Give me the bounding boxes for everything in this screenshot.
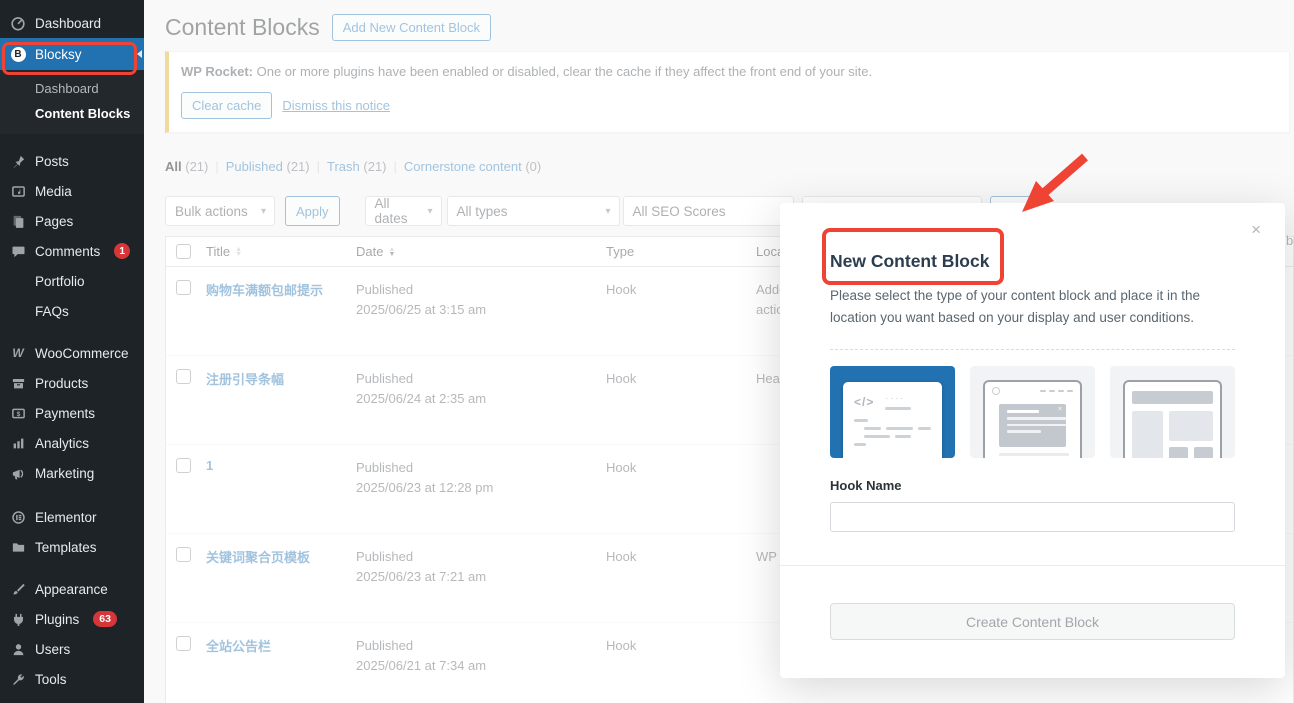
sidebar-label: Portfolio	[35, 274, 85, 289]
modal-description: Please select the type of your content b…	[830, 285, 1235, 328]
sidebar-label: Templates	[35, 540, 97, 555]
sidebar-label: Products	[35, 376, 88, 391]
sidebar-label: Blocksy	[35, 47, 82, 62]
hook-template-option[interactable]: </> ····	[830, 366, 955, 458]
plugins-icon	[10, 611, 26, 627]
no-icon	[10, 303, 26, 319]
code-icon: </>	[854, 395, 874, 409]
sidebar-item-analytics[interactable]: Analytics	[0, 428, 144, 458]
sidebar-item-comments[interactable]: Comments 1	[0, 236, 144, 266]
create-content-block-button[interactable]: Create Content Block	[830, 603, 1235, 640]
sidebar-label: Elementor	[35, 510, 97, 525]
grid-block	[1194, 447, 1213, 458]
sidebar-item-templates[interactable]: Templates	[0, 532, 144, 562]
sidebar-label: Appearance	[35, 582, 108, 597]
sidebar-item-pages[interactable]: Pages	[0, 206, 144, 236]
sidebar-label: Analytics	[35, 436, 89, 451]
sidebar-label: WooCommerce	[35, 346, 129, 361]
hook-template-preview: </> ····	[843, 382, 942, 458]
sidebar-item-posts[interactable]: Posts	[0, 146, 144, 176]
sidebar-item-faqs[interactable]: FAQs	[0, 296, 144, 326]
sidebar-label: Plugins	[35, 612, 79, 627]
sidebar-label: Pages	[35, 214, 73, 229]
admin-sidebar: Dashboard B Blocksy Dashboard Content Bl…	[0, 0, 144, 703]
popup-template-option[interactable]: ×	[970, 366, 1095, 458]
appearance-icon	[10, 581, 26, 597]
sidebar-label: Payments	[35, 406, 95, 421]
sidebar-item-woocommerce[interactable]: W WooCommerce	[0, 338, 144, 368]
templates-icon	[10, 539, 26, 555]
sidebar-block	[1132, 411, 1163, 458]
blocksy-submenu: Dashboard Content Blocks	[0, 70, 144, 134]
hook-name-label: Hook Name	[830, 478, 1235, 493]
dashboard-icon	[10, 15, 26, 31]
hook-name-input[interactable]	[830, 502, 1235, 532]
media-icon	[10, 183, 26, 199]
sidebar-item-payments[interactable]: $ Payments	[0, 398, 144, 428]
header-block	[1132, 391, 1213, 404]
close-icon: ×	[1058, 406, 1062, 413]
sidebar-label: Dashboard	[35, 16, 101, 31]
users-icon	[10, 641, 26, 657]
sidebar-label: Marketing	[35, 466, 94, 481]
payments-icon: $	[10, 405, 26, 421]
modal-footer-divider	[780, 565, 1285, 566]
sidebar-item-elementor[interactable]: Elementor	[0, 502, 144, 532]
pages-icon	[10, 213, 26, 229]
content-block	[1169, 411, 1213, 441]
tools-icon	[10, 671, 26, 687]
wordpress-admin-screen: Dashboard B Blocksy Dashboard Content Bl…	[0, 0, 1294, 703]
sidebar-item-marketing[interactable]: Marketing	[0, 458, 144, 488]
modal-title: New Content Block	[830, 251, 1235, 272]
dashed-divider	[830, 349, 1235, 350]
comment-icon	[10, 243, 26, 259]
sidebar-label: Users	[35, 642, 70, 657]
wordpress-logo-icon	[992, 387, 1000, 395]
svg-text:$: $	[16, 411, 20, 418]
products-icon	[10, 375, 26, 391]
submenu-item-content-blocks[interactable]: Content Blocks	[0, 101, 144, 126]
template-options: </> ···· ×	[830, 366, 1235, 458]
blocksy-icon: B	[10, 46, 26, 62]
popup-template-preview: ×	[983, 380, 1082, 458]
plugins-count-badge: 63	[93, 611, 117, 627]
template-template-preview	[1123, 380, 1222, 458]
no-icon	[10, 273, 26, 289]
pushpin-icon	[10, 153, 26, 169]
sidebar-label: FAQs	[35, 304, 69, 319]
sidebar-item-portfolio[interactable]: Portfolio	[0, 266, 144, 296]
woocommerce-icon: W	[10, 345, 26, 361]
sidebar-item-appearance[interactable]: Appearance	[0, 574, 144, 604]
template-template-option[interactable]	[1110, 366, 1235, 458]
submenu-item-dashboard[interactable]: Dashboard	[0, 76, 144, 101]
sidebar-item-media[interactable]: Media	[0, 176, 144, 206]
new-content-block-modal: × New Content Block Please select the ty…	[780, 203, 1285, 678]
sidebar-item-tools[interactable]: Tools	[0, 664, 144, 694]
menu-dashes	[1040, 390, 1073, 392]
sidebar-label: Tools	[35, 672, 67, 687]
elementor-icon	[10, 509, 26, 525]
sidebar-label: Comments	[35, 244, 100, 259]
popup-mock: ×	[999, 404, 1066, 447]
comments-count-badge: 1	[114, 243, 130, 259]
close-icon[interactable]: ×	[1251, 221, 1261, 238]
sidebar-item-plugins[interactable]: Plugins 63	[0, 604, 144, 634]
current-item-arrow	[137, 50, 142, 58]
sidebar-item-dashboard[interactable]: Dashboard	[0, 8, 144, 38]
analytics-icon	[10, 435, 26, 451]
sidebar-label: Posts	[35, 154, 69, 169]
sidebar-item-users[interactable]: Users	[0, 634, 144, 664]
sidebar-item-blocksy[interactable]: B Blocksy	[0, 38, 144, 70]
svg-text:W: W	[12, 346, 25, 360]
marketing-icon	[10, 465, 26, 481]
sidebar-item-products[interactable]: Products	[0, 368, 144, 398]
sidebar-label: Media	[35, 184, 72, 199]
grid-block	[1169, 447, 1188, 458]
